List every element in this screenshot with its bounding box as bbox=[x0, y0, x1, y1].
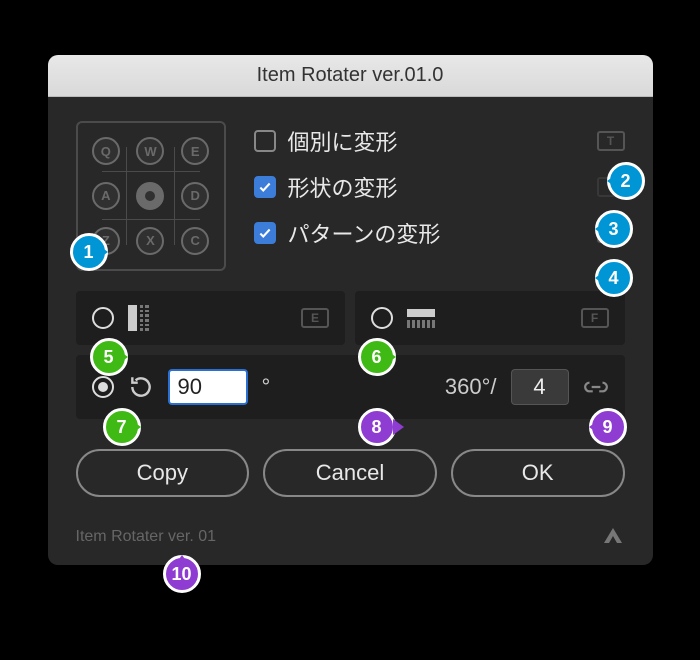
rotate-ccw-icon bbox=[128, 374, 154, 400]
angle-input[interactable]: 90 bbox=[168, 369, 248, 405]
key-w[interactable]: W bbox=[136, 137, 164, 165]
checkbox-row-shape: 形状の変形 bbox=[254, 171, 625, 203]
key-q[interactable]: Q bbox=[92, 137, 120, 165]
radio-mirror-v[interactable] bbox=[92, 307, 114, 329]
mirror-horizontal-icon bbox=[407, 309, 435, 328]
checkbox-pattern[interactable] bbox=[254, 222, 276, 244]
titlebar: Item Rotater ver.01.0 bbox=[48, 55, 653, 97]
hint-key: F bbox=[581, 308, 609, 328]
degree-symbol: ° bbox=[262, 374, 271, 400]
divisor-input[interactable]: 4 bbox=[511, 369, 569, 405]
mirror-vertical-icon bbox=[128, 305, 149, 331]
panel-mirror-h: F bbox=[355, 291, 625, 345]
annotation-10: 10 bbox=[163, 555, 201, 593]
link-icon[interactable] bbox=[583, 378, 609, 396]
radio-mirror-h[interactable] bbox=[371, 307, 393, 329]
key-x[interactable]: X bbox=[136, 227, 164, 255]
hint-key: T bbox=[597, 131, 625, 151]
annotation-9: 9 bbox=[589, 408, 627, 446]
annotation-3: 3 bbox=[595, 210, 633, 248]
radio-rotate[interactable] bbox=[92, 376, 114, 398]
fraction-label: 360°/ bbox=[445, 374, 497, 400]
checkbox-label: 形状の変形 bbox=[288, 171, 597, 203]
checkbox-label: パターンの変形 bbox=[288, 217, 597, 249]
annotation-6: 6 bbox=[358, 338, 396, 376]
window-title: Item Rotater ver.01.0 bbox=[257, 64, 444, 87]
key-c[interactable]: C bbox=[181, 227, 209, 255]
footer-text: Item Rotater ver. 01 bbox=[76, 528, 217, 546]
annotation-4: 4 bbox=[595, 259, 633, 297]
dialog-window: Item Rotater ver.01.0 Q W E A D Z X C 個別… bbox=[48, 55, 653, 565]
key-a[interactable]: A bbox=[92, 182, 120, 210]
checkbox-row-pattern: パターンの変形 B bbox=[254, 217, 625, 249]
annotation-8: 8 bbox=[358, 408, 396, 446]
logo-icon bbox=[601, 525, 625, 549]
checkbox-label: 個別に変形 bbox=[288, 125, 597, 157]
hint-key: E bbox=[301, 308, 329, 328]
annotation-1: 1 bbox=[70, 233, 108, 271]
checkbox-shape[interactable] bbox=[254, 176, 276, 198]
checkbox-individual[interactable] bbox=[254, 130, 276, 152]
key-e[interactable]: E bbox=[181, 137, 209, 165]
key-center[interactable] bbox=[136, 182, 164, 210]
copy-button[interactable]: Copy bbox=[76, 449, 250, 497]
cancel-button[interactable]: Cancel bbox=[263, 449, 437, 497]
checkbox-row-individual: 個別に変形 T bbox=[254, 125, 625, 157]
key-d[interactable]: D bbox=[181, 182, 209, 210]
panel-rotate: 90 ° 360°/ 4 bbox=[76, 355, 625, 419]
ok-button[interactable]: OK bbox=[451, 449, 625, 497]
panel-mirror-v: E bbox=[76, 291, 346, 345]
annotation-7: 7 bbox=[103, 408, 141, 446]
annotation-2: 2 bbox=[607, 162, 645, 200]
annotation-5: 5 bbox=[90, 338, 128, 376]
